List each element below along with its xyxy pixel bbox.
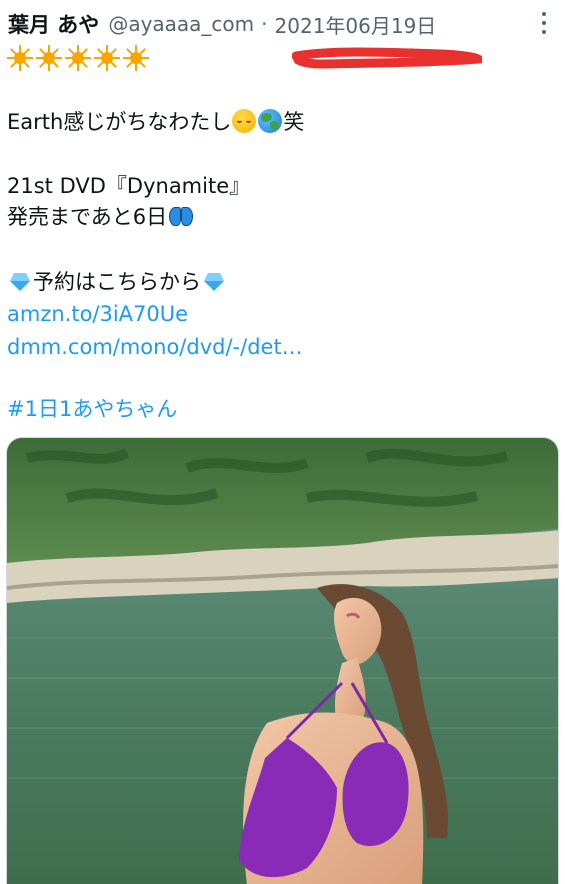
globe-emoji (258, 109, 283, 133)
dmm-link[interactable]: dmm.com/mono/dvd/-/det… (7, 331, 303, 363)
more-icon[interactable] (535, 10, 553, 36)
redaction-scribble (292, 47, 482, 69)
user-handle[interactable]: @ayaaaa_com (108, 12, 254, 36)
tweet-line-earth: Earth感じがちなわたし 笑 (7, 106, 304, 138)
sun-emoji-row (6, 44, 150, 72)
tweet-line-release: 発売まであと6日 (7, 201, 194, 233)
sun-emoji (6, 44, 34, 72)
tweet-header: 葉月 あや @ayaaaa_com · 2021年06月19日 (8, 8, 436, 40)
hashtag-link[interactable]: #1日1あやちゃん (7, 393, 177, 425)
tweet-photo[interactable] (6, 437, 559, 884)
sun-emoji (35, 44, 63, 72)
sun-emoji (93, 44, 121, 72)
gem-emoji (8, 269, 32, 293)
sun-emoji (64, 44, 92, 72)
display-name[interactable]: 葉月 あや (8, 9, 99, 39)
sun-emoji (122, 44, 150, 72)
tweet-text-reserve: 予約はこちらから (33, 270, 201, 294)
relieved-face-emoji (232, 109, 257, 133)
tweet-text-earth: Earth感じがちなわたし (7, 110, 232, 134)
tweet: 葉月 あや @ayaaaa_com · 2021年06月19日 Earth感じが… (0, 0, 565, 884)
tweet-text-release: 発売まであと6日 (7, 205, 168, 229)
gem-emoji (202, 269, 226, 293)
beach-photo-illustration (7, 438, 558, 884)
butterfly-emoji (168, 204, 194, 228)
separator: · (261, 12, 268, 36)
tweet-date[interactable]: 2021年06月19日 (275, 10, 437, 39)
amazon-link[interactable]: amzn.to/3iA70Ue (7, 298, 188, 330)
tweet-line-reserve: 予約はこちらから (7, 266, 227, 298)
tweet-line-dvd: 21st DVD『Dynamite』 (7, 174, 251, 198)
tweet-text-laugh: 笑 (283, 110, 305, 134)
